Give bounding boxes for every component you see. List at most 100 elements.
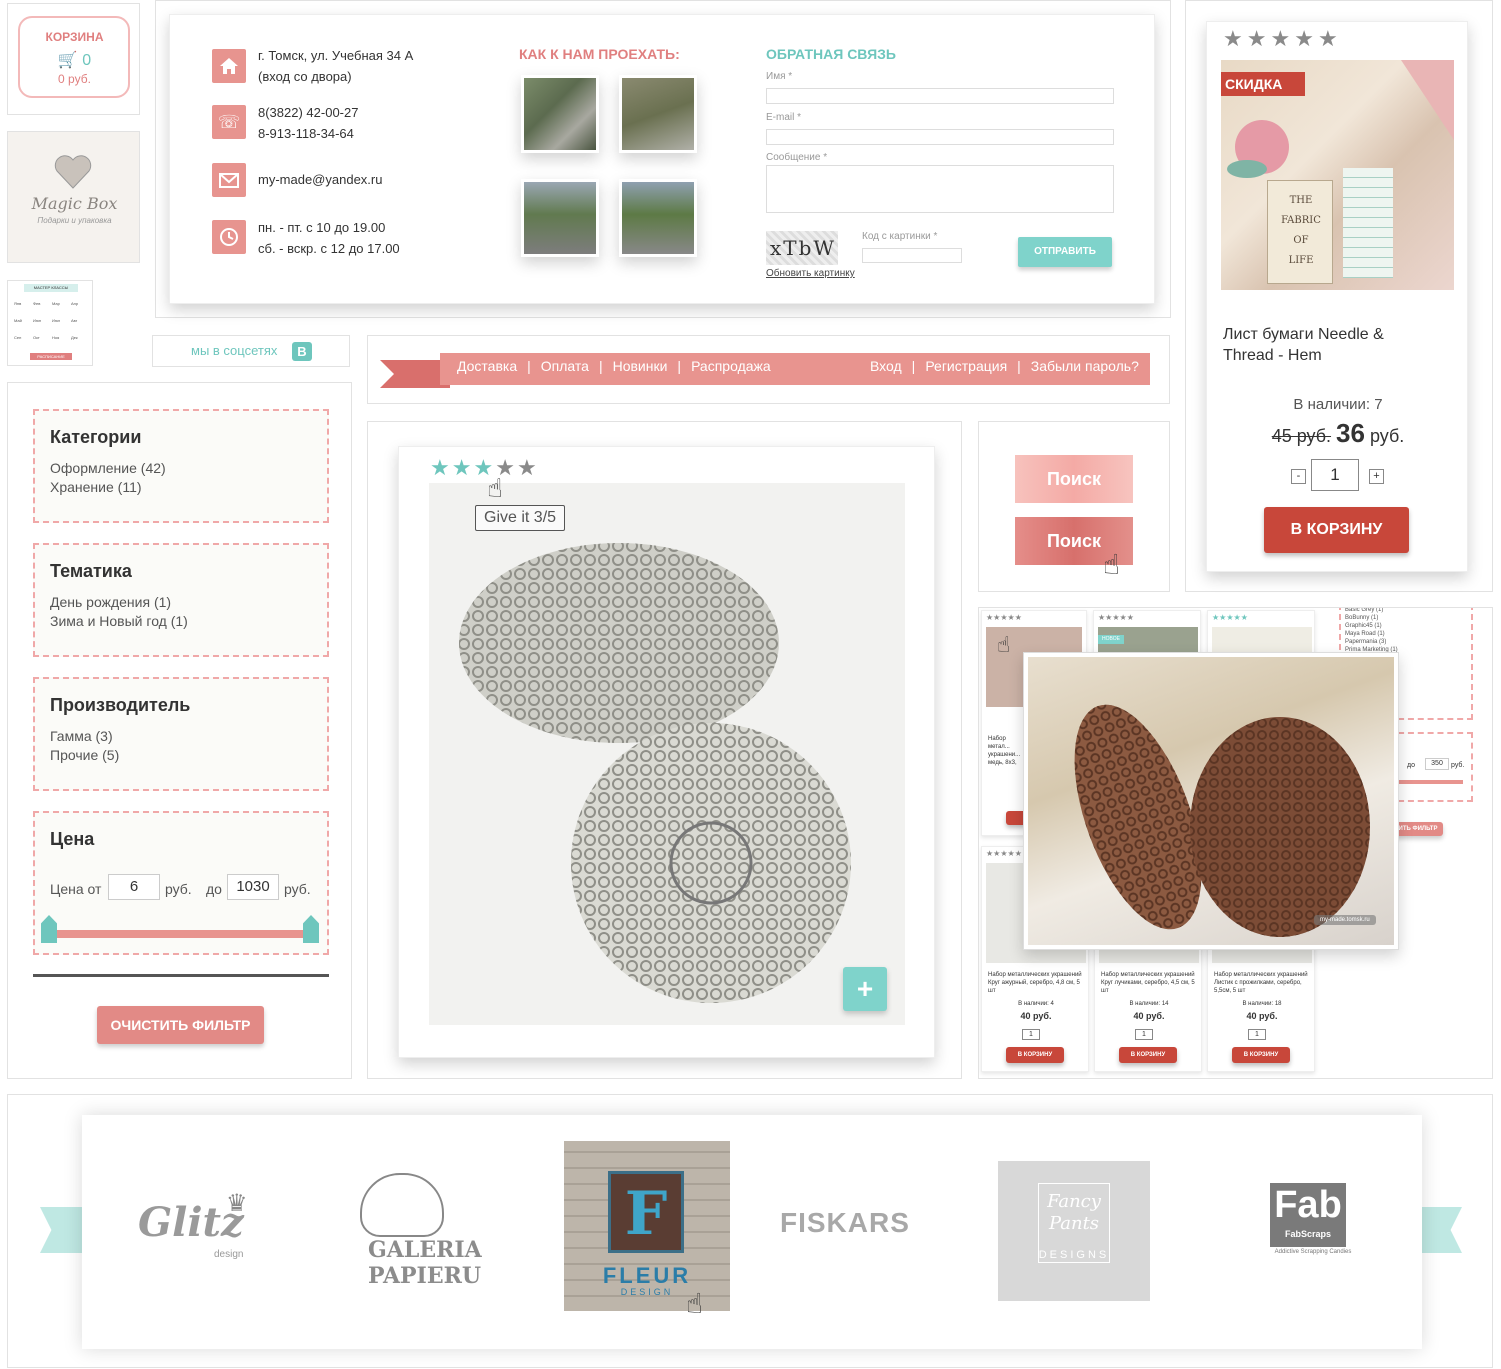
side-price-to-label: до xyxy=(1407,762,1415,769)
price-to-input[interactable]: 1030 xyxy=(227,874,279,900)
brand-fabscraps[interactable]: Fab FabScraps Addictive Scrapping Candie… xyxy=(1268,1183,1358,1273)
grid-buy-button[interactable]: В КОРЗИНУ xyxy=(1006,1047,1064,1063)
schedule-month[interactable]: Янв xyxy=(14,301,33,306)
schedule-month[interactable]: Ноя xyxy=(52,335,71,340)
maker-item[interactable]: Прочие (5) xyxy=(50,747,119,763)
star-icon[interactable]: ★ xyxy=(1247,28,1267,50)
nav-link[interactable]: Новинки xyxy=(613,358,668,374)
direction-photo-1[interactable] xyxy=(521,75,599,153)
theme-item[interactable]: День рождения (1) xyxy=(50,594,171,610)
add-to-cart-button[interactable]: В КОРЗИНУ xyxy=(1264,507,1409,553)
rating-panel: ★ ★ ★ ★ ★ Give it 3/5 ☝ + xyxy=(367,421,962,1079)
product-photo[interactable] xyxy=(429,483,905,1025)
schedule-button[interactable]: РАСПИСАНИЕ xyxy=(30,353,72,360)
vk-icon[interactable]: В xyxy=(292,342,312,361)
captcha-field[interactable] xyxy=(862,248,962,263)
side-brand-item[interactable]: Basic Grey (1) xyxy=(1345,608,1398,614)
refresh-captcha-link[interactable]: Обновить картинку xyxy=(766,268,855,279)
qty-plus-button[interactable]: + xyxy=(1369,469,1384,484)
grid-buy-button[interactable]: В КОРЗИНУ xyxy=(1232,1047,1290,1063)
schedule-month[interactable]: Июл xyxy=(52,318,71,323)
nav-link[interactable]: Забыли пароль? xyxy=(1031,358,1139,374)
nav-link[interactable]: Вход xyxy=(870,358,902,374)
schedule-month[interactable]: Май xyxy=(14,318,33,323)
category-item[interactable]: Оформление (42) xyxy=(50,460,166,476)
maker-item[interactable]: Гамма (3) xyxy=(50,728,113,744)
qty-minus-button[interactable]: - xyxy=(1291,469,1306,484)
direction-photo-4[interactable] xyxy=(619,179,697,257)
side-brand-item[interactable]: Papermania (3) xyxy=(1345,638,1398,646)
price-slider-handle-max[interactable] xyxy=(303,915,319,943)
phone-2[interactable]: 8-913-118-34-64 xyxy=(258,126,354,141)
schedule-month[interactable]: Окт xyxy=(33,335,52,340)
price-from-input[interactable]: 6 xyxy=(108,874,160,900)
search-button[interactable]: Поиск xyxy=(1015,455,1133,503)
cart-panel[interactable]: КОРЗИНА 🛒 0 0 руб. xyxy=(7,3,140,115)
phone-1[interactable]: 8(3822) 42-00-27 xyxy=(258,105,358,120)
nav-link[interactable]: Оплата xyxy=(541,358,589,374)
grid-buy-button[interactable]: В КОРЗИНУ xyxy=(1119,1047,1177,1063)
schedule-month[interactable]: Дек xyxy=(71,335,90,340)
paper-fold-corner xyxy=(1401,60,1454,140)
logo-panel[interactable]: Magic Box Подарки и упаковка xyxy=(7,131,140,263)
schedule-month[interactable]: Апр xyxy=(71,301,90,306)
star-icon[interactable]: ★ xyxy=(517,457,537,479)
paper-tag: THE FABRIC OF LIFE xyxy=(1267,180,1333,284)
nav-link[interactable]: Регистрация xyxy=(925,358,1007,374)
category-item[interactable]: Хранение (11) xyxy=(50,479,142,495)
side-brand-item[interactable]: Maya Road (1) xyxy=(1345,630,1398,638)
product-name[interactable]: Лист бумаги Needle & Thread - Hem xyxy=(1223,324,1423,366)
grid-card-title[interactable]: Набор метал... украшени... медь, 8х3, xyxy=(988,735,1028,767)
star-icon[interactable]: ★ xyxy=(452,457,472,479)
email-link[interactable]: my-made@yandex.ru xyxy=(258,172,382,187)
star-icon[interactable]: ★ xyxy=(1294,28,1314,50)
social-panel[interactable]: мы в соцсетях В xyxy=(152,335,350,367)
brand-fiskars[interactable]: FISKARS xyxy=(780,1207,960,1247)
grid-card-title[interactable]: Набор металлических украшений Круг ажурн… xyxy=(988,971,1084,995)
brand-galeria-papieru[interactable]: GALERIA PAPIERU xyxy=(352,1173,522,1293)
side-clear-button[interactable]: ИТЬ ФИЛЬТР xyxy=(1393,822,1443,836)
zoom-add-button[interactable]: + xyxy=(843,967,887,1011)
hover-zoom-popup[interactable]: my-made.tomsk.ru xyxy=(1023,652,1399,950)
message-field[interactable] xyxy=(766,165,1114,213)
product-rating-stars[interactable]: ★ ★ ★ ★ ★ xyxy=(1223,28,1338,50)
direction-photo-3[interactable] xyxy=(521,179,599,257)
angel-icon xyxy=(360,1173,444,1237)
grid-card-title[interactable]: Набор металлических украшений Круг лучик… xyxy=(1101,971,1197,995)
grid-qty-input[interactable]: 1 xyxy=(1135,1029,1153,1040)
cursor-hand-icon: ☝ xyxy=(997,632,1011,657)
schedule-month[interactable]: Сен xyxy=(14,335,33,340)
email-field[interactable] xyxy=(766,129,1114,145)
brand-fleur[interactable]: F FLEUR DESIGN xyxy=(564,1141,730,1311)
side-brand-item[interactable]: Graphic45 (1) xyxy=(1345,622,1398,630)
grid-card-title[interactable]: Набор металлических украшений Листик с п… xyxy=(1214,971,1310,995)
product-card: ★ ★ ★ ★ ★ THE FABRIC OF LIFE СКИДКА Лист бум… xyxy=(1206,21,1468,572)
star-icon[interactable]: ★ xyxy=(1318,28,1338,50)
schedule-month[interactable]: Фев xyxy=(33,301,52,306)
theme-item[interactable]: Зима и Новый год (1) xyxy=(50,613,188,629)
price-slider-track[interactable] xyxy=(50,930,316,938)
grid-qty-input[interactable]: 1 xyxy=(1248,1029,1266,1040)
price-slider-handle-min[interactable] xyxy=(41,915,57,943)
schedule-month[interactable]: Июн xyxy=(33,318,52,323)
star-icon[interactable]: ★ xyxy=(430,457,450,479)
name-field[interactable] xyxy=(766,88,1114,104)
grid-qty-input[interactable]: 1 xyxy=(1022,1029,1040,1040)
paper-leaf xyxy=(1227,160,1267,178)
schedule-month[interactable]: Авг xyxy=(71,318,90,323)
direction-photo-2[interactable] xyxy=(619,75,697,153)
side-price-to-input[interactable]: 350 xyxy=(1425,758,1449,770)
schedule-thumb[interactable]: МАСТЕР КЛАССЫ Янв Фев Мар Апр Май Июн Июл Авг Се… xyxy=(7,280,93,366)
qty-input[interactable]: 1 xyxy=(1311,459,1359,491)
nav-link[interactable]: Распродажа xyxy=(691,358,771,374)
rating-stars[interactable]: ★ ★ ★ ★ ★ xyxy=(430,457,537,479)
nav-link[interactable]: Доставка xyxy=(457,358,517,374)
send-button[interactable]: ОТПРАВИТЬ xyxy=(1018,237,1112,267)
schedule-month[interactable]: Мар xyxy=(52,301,71,306)
clear-filter-button[interactable]: ОЧИСТИТЬ ФИЛЬТР xyxy=(97,1006,264,1044)
star-icon[interactable]: ★ xyxy=(1223,28,1243,50)
side-brand-item[interactable]: BoBunny (1) xyxy=(1345,614,1398,622)
star-icon[interactable]: ★ xyxy=(1270,28,1290,50)
brand-glitz[interactable]: ♛ Glitz design xyxy=(138,1189,268,1269)
brand-fancy-pants[interactable]: Fancy Pants DESIGNS xyxy=(998,1161,1150,1301)
